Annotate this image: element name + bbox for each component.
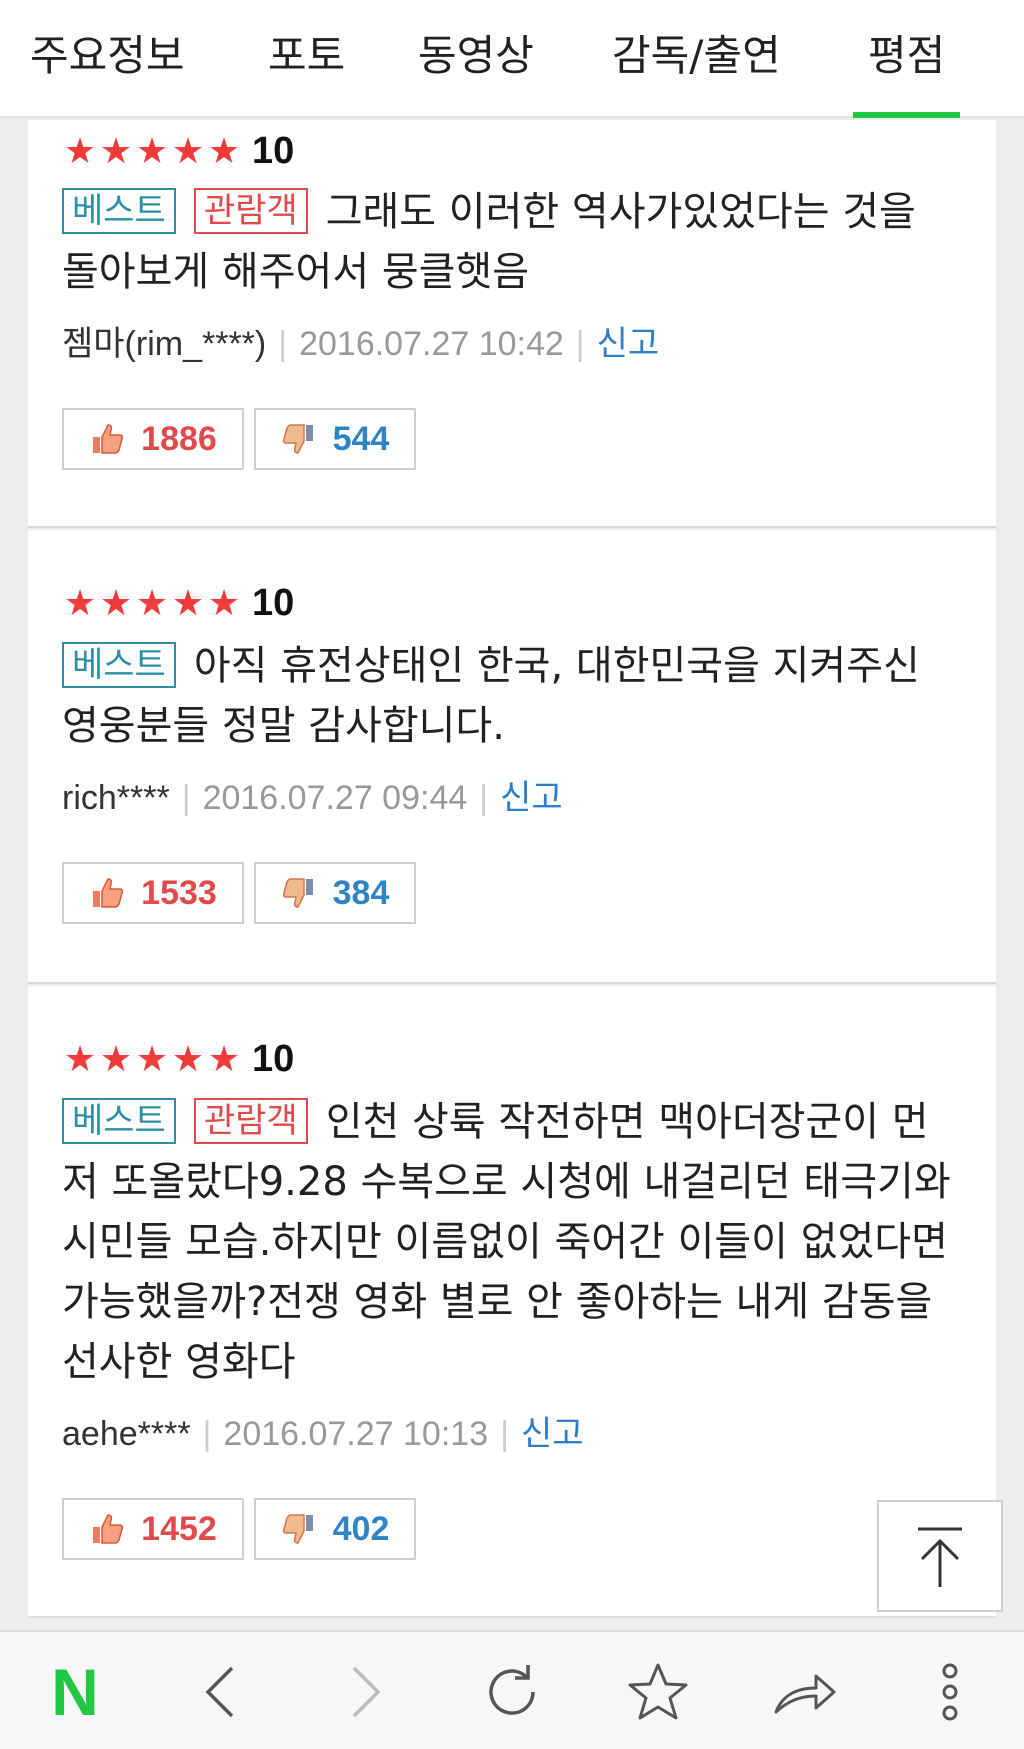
arrow-up-icon (918, 1527, 962, 1587)
star-icon: ★ (135, 582, 169, 624)
review-text: 아직 휴전상태인 한국, 대한민국을 지켜주신 영웅분들 정말 감사합니다. (62, 643, 920, 749)
dislike-count: 384 (332, 873, 390, 912)
scroll-to-top-button[interactable] (877, 1500, 1003, 1612)
review-card: ★ ★ ★ ★ ★ 10 베스트 관람객 그래도 이러한 역사가있었다는 것을 돌아보게 해… (28, 120, 996, 528)
star-icon: ★ (99, 130, 133, 172)
tab-bar: 주요정보 포토 동영상 감독/출연 평점 (0, 0, 1024, 118)
like-count: 1533 (141, 873, 217, 912)
star-rating: ★ ★ ★ ★ ★ 10 (62, 1038, 294, 1081)
thumbs-down-icon (282, 1514, 313, 1544)
thumbs-up-icon (93, 1514, 124, 1544)
star-icon: ★ (171, 130, 205, 172)
rating-score: 10 (252, 130, 295, 172)
star-icon: ★ (63, 1038, 97, 1080)
review-meta: rich**** | 2016.07.27 09:44 | 신고 (62, 778, 563, 818)
review-card: ★ ★ ★ ★ ★ 10 베스트 관람객 인천 상륙 작전하면 맥아더장군이 먼저 또올랐다… (28, 986, 996, 1618)
tab-rating[interactable]: 평점 (852, 0, 961, 118)
star-icon: ★ (99, 582, 133, 624)
star-icon: ★ (171, 1038, 205, 1080)
browser-toolbar: N (0, 1630, 1024, 1749)
logo-text: N (51, 1654, 99, 1729)
like-button[interactable]: 1533 (62, 862, 244, 924)
review-text-block: 베스트 아직 휴전상태인 한국, 대한민국을 지켜주신 영웅분들 정말 감사합니다… (62, 636, 952, 756)
author: aehe**** (62, 1415, 191, 1453)
author: 젬마(rim_****) (62, 325, 267, 363)
like-button[interactable]: 1886 (62, 408, 244, 470)
star-icon: ★ (207, 1038, 241, 1080)
report-link[interactable]: 신고 (500, 778, 563, 818)
thumbs-down-icon (282, 424, 313, 454)
star-icon: ★ (99, 1038, 133, 1080)
thumbs-down-icon (282, 878, 313, 908)
review-text-block: 베스트 관람객 그래도 이러한 역사가있었다는 것을 돌아보게 해주어서 뭉클햇음 (62, 182, 952, 302)
like-count: 1452 (141, 1509, 217, 1548)
audience-badge: 관람객 (193, 1098, 308, 1144)
review-meta: aehe**** | 2016.07.27 10:13 | 신고 (62, 1414, 584, 1454)
like-count: 1886 (141, 419, 217, 458)
audience-badge: 관람객 (193, 188, 308, 234)
dislike-button[interactable]: 402 (254, 1498, 416, 1560)
dislike-button[interactable]: 544 (254, 408, 416, 470)
star-rating: ★ ★ ★ ★ ★ 10 (62, 130, 294, 173)
star-icon: ★ (63, 130, 97, 172)
best-badge: 베스트 (62, 1098, 176, 1144)
star-icon: ★ (135, 130, 169, 172)
dislike-count: 402 (332, 1509, 390, 1548)
dislike-button[interactable]: 384 (254, 862, 416, 924)
star-icon: ★ (171, 582, 205, 624)
best-badge: 베스트 (62, 642, 176, 688)
author: rich**** (62, 779, 170, 817)
rating-score: 10 (252, 582, 295, 624)
share-icon[interactable] (764, 1632, 844, 1749)
naver-logo-icon[interactable]: N (30, 1632, 120, 1749)
review-text-block: 베스트 관람객 인천 상륙 작전하면 맥아더장군이 먼저 또올랐다9.28 수복으로… (62, 1092, 952, 1392)
review-date: 2016.07.27 10:42 (299, 325, 564, 363)
forward-icon[interactable] (326, 1632, 406, 1749)
thumbs-up-icon (93, 878, 124, 908)
back-icon[interactable] (180, 1632, 260, 1749)
review-card: ★ ★ ★ ★ ★ 10 베스트 아직 휴전상태인 한국, 대한민국을 지켜주신 영웅분들… (28, 530, 996, 984)
bookmark-star-icon[interactable] (618, 1632, 698, 1749)
review-date: 2016.07.27 09:44 (202, 779, 468, 817)
best-badge: 베스트 (62, 188, 176, 234)
star-icon: ★ (63, 582, 97, 624)
star-icon: ★ (135, 1038, 169, 1080)
more-icon[interactable] (910, 1632, 990, 1749)
review-meta: 젬마(rim_****) | 2016.07.27 10:42 | 신고 (62, 324, 660, 364)
thumbs-up-icon (93, 424, 124, 454)
review-date: 2016.07.27 10:13 (223, 1415, 489, 1453)
rating-score: 10 (252, 1038, 295, 1080)
report-link[interactable]: 신고 (597, 324, 660, 364)
dislike-count: 544 (332, 419, 390, 458)
refresh-icon[interactable] (472, 1632, 552, 1749)
like-button[interactable]: 1452 (62, 1498, 244, 1560)
review-text: 그래도 이러한 역사가있었다는 것을 돌아보게 해주어서 뭉클햇음 (62, 189, 916, 295)
tab-director-cast[interactable]: 감독/출연 (612, 0, 781, 118)
tab-main-info[interactable]: 주요정보 (30, 0, 185, 118)
report-link[interactable]: 신고 (521, 1414, 584, 1454)
tab-photo[interactable]: 포토 (268, 0, 345, 118)
tab-video[interactable]: 동영상 (418, 0, 534, 118)
star-rating: ★ ★ ★ ★ ★ 10 (62, 582, 294, 625)
star-icon: ★ (207, 582, 241, 624)
star-icon: ★ (207, 130, 241, 172)
